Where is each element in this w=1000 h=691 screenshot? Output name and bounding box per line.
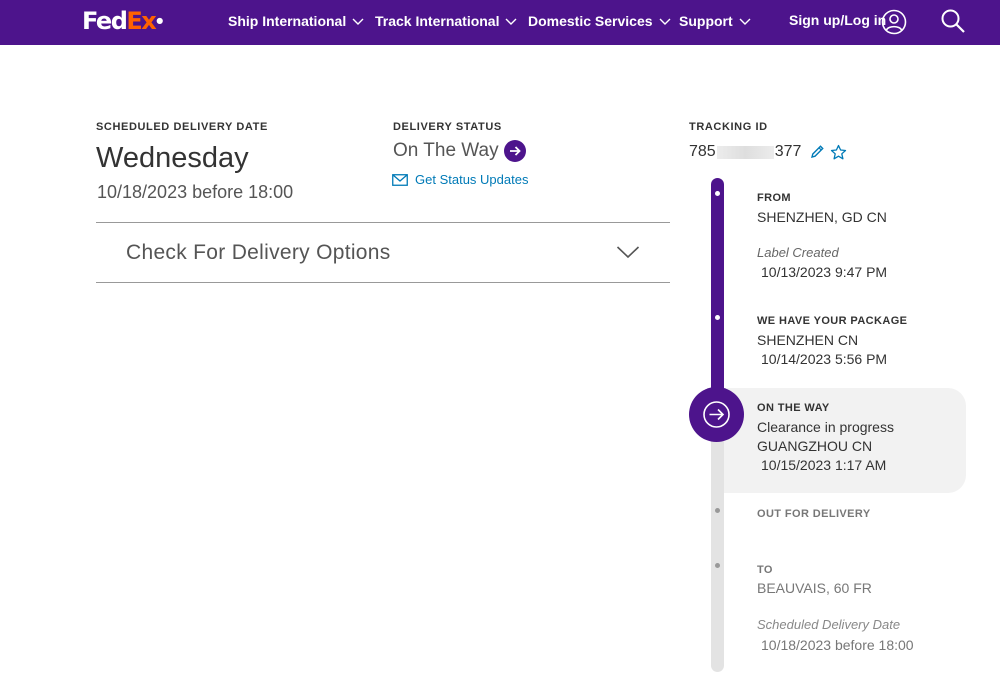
timeline-from-time: 10/13/2023 9:47 PM	[761, 264, 888, 280]
timeline-on-the-way-detail: Clearance in progress	[757, 419, 894, 435]
envelope-icon	[392, 173, 408, 186]
nav-track-international-label: Track International	[375, 13, 500, 29]
user-account-icon[interactable]	[881, 9, 907, 35]
nav-track-international[interactable]: Track International	[375, 13, 517, 29]
timeline-picked-up-location: SHENZHEN CN	[757, 332, 859, 348]
timeline-from-heading: FROM	[757, 192, 791, 204]
timeline-to-note: Scheduled Delivery Date	[757, 617, 901, 632]
timeline-from-note: Label Created	[757, 245, 839, 260]
timeline-dot-to	[715, 563, 720, 568]
nav-ship-international[interactable]: Ship International	[228, 13, 364, 29]
tracking-id-prefix: 785	[689, 143, 716, 160]
scheduled-delivery-label: SCHEDULED DELIVERY DATE	[96, 121, 268, 133]
timeline-out-for-delivery-heading: OUT FOR DELIVERY	[757, 508, 871, 520]
pencil-edit-icon[interactable]	[809, 144, 825, 160]
tracking-id-redacted	[716, 145, 774, 159]
top-navigation-bar: FedEx ● Ship International Track Internat…	[0, 0, 1000, 45]
logo-fed-text: Fed	[82, 7, 128, 35]
search-icon[interactable]	[940, 8, 966, 34]
arrow-right-circle-icon	[503, 140, 526, 162]
nav-domestic-services-label: Domestic Services	[528, 13, 653, 29]
nav-domestic-services[interactable]: Domestic Services	[528, 13, 671, 29]
timeline-dot-out-for-delivery	[715, 508, 720, 513]
tracking-id-label: TRACKING ID	[689, 121, 768, 133]
timeline-to-location: BEAUVAIS, 60 FR	[757, 580, 872, 596]
nav-support-label: Support	[679, 13, 733, 29]
timeline-from-location: SHENZHEN, GD CN	[757, 209, 887, 225]
delivery-status: On The Way	[393, 140, 526, 162]
chevron-down-icon	[352, 18, 364, 25]
timeline-to-heading: TO	[757, 564, 773, 576]
timeline-on-the-way-time: 10/15/2023 1:17 AM	[761, 457, 887, 473]
timeline-track-progress	[711, 178, 724, 418]
logo-ex-text: Ex	[126, 7, 156, 35]
chevron-down-icon	[659, 18, 671, 25]
get-status-updates-link[interactable]: Get Status Updates	[392, 172, 528, 187]
timeline-on-the-way-heading: ON THE WAY	[757, 402, 830, 414]
arrow-right-circle-icon	[703, 401, 730, 428]
get-status-updates-label: Get Status Updates	[415, 172, 529, 187]
fedex-logo[interactable]: FedEx ●	[82, 7, 163, 35]
delivery-status-label: DELIVERY STATUS	[393, 121, 502, 133]
sign-in-link[interactable]: Sign up/Log in	[789, 12, 886, 28]
timeline-on-the-way-location: GUANGZHOU CN	[757, 438, 873, 454]
nav-ship-international-label: Ship International	[228, 13, 347, 29]
timeline-picked-up-time: 10/14/2023 5:56 PM	[761, 351, 888, 367]
timeline-dot-picked-up	[715, 315, 720, 320]
timeline-to-time: 10/18/2023 before 18:00	[761, 637, 914, 653]
scheduled-delivery-datetime: 10/18/2023 before 18:00	[97, 182, 294, 202]
current-status-marker	[689, 387, 744, 442]
scheduled-delivery-day: Wednesday	[96, 142, 249, 174]
tracking-id-value: 785 377	[689, 143, 847, 161]
chevron-down-icon	[505, 18, 517, 25]
tracking-id-suffix: 377	[774, 143, 802, 160]
timeline-dot-from	[715, 191, 720, 196]
check-delivery-options-accordion[interactable]: Check For Delivery Options	[96, 222, 670, 283]
star-favorite-icon[interactable]	[830, 144, 847, 161]
delivery-status-value: On The Way	[393, 140, 499, 161]
chevron-down-icon	[616, 246, 640, 259]
chevron-down-icon	[739, 18, 751, 25]
check-delivery-options-label: Check For Delivery Options	[126, 241, 391, 264]
timeline-picked-up-heading: WE HAVE YOUR PACKAGE	[757, 315, 908, 327]
nav-support[interactable]: Support	[679, 13, 751, 29]
